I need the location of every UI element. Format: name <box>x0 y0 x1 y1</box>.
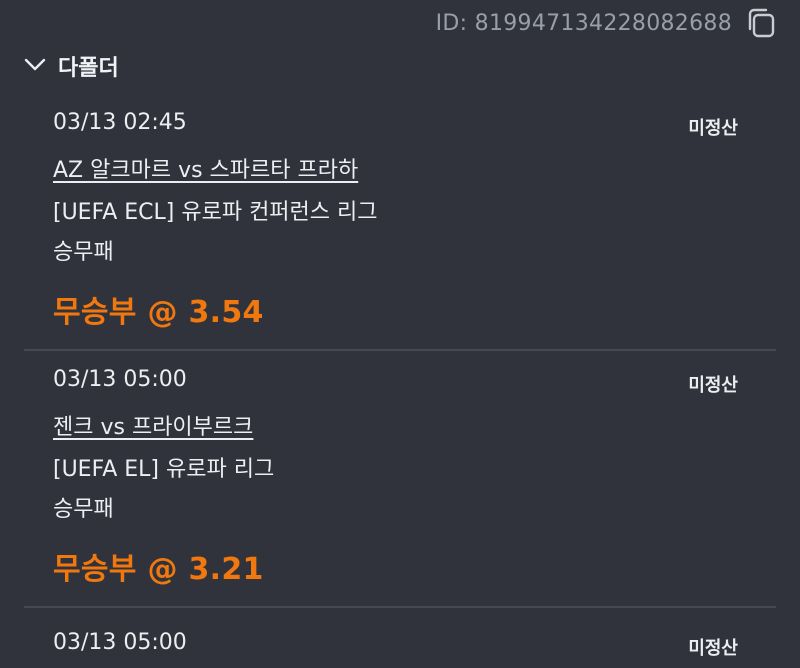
settlement-status: 미정산 <box>688 118 738 139</box>
selected-pick: 무승부 @ 3.54 <box>53 295 264 330</box>
bet-list: 03/13 02:45 미정산 AZ 알크마르 vs 스파르타 프라하 [UEF… <box>24 94 776 668</box>
chevron-down-icon <box>24 57 46 76</box>
section-title: 다폴더 <box>58 56 119 81</box>
bet-id-row: ID: 819947134228082688 <box>436 6 776 40</box>
match-datetime: 03/13 05:00 <box>53 630 187 655</box>
league-name: [UEFA ECL] 유로파 컨퍼런스 리그 <box>53 200 378 225</box>
league-name: [UEFA EL] 유로파 리그 <box>53 457 275 482</box>
copy-icon[interactable] <box>746 7 776 39</box>
section-toggle[interactable]: 다폴더 <box>24 48 119 84</box>
settlement-status: 미정산 <box>688 638 738 659</box>
selected-pick: 무승부 @ 3.21 <box>53 552 264 587</box>
settlement-status: 미정산 <box>688 375 738 396</box>
market-type: 승무패 <box>53 497 114 522</box>
match-link[interactable]: AZ 알크마르 vs 스파르타 프라하 <box>53 152 358 184</box>
bet-card: 03/13 05:00 미정산 <box>24 608 776 668</box>
bet-id-label: ID: 819947134228082688 <box>435 10 732 36</box>
bet-card: 03/13 05:00 미정산 젠크 vs 프라이부르크 [UEFA EL] 유… <box>24 351 776 608</box>
bet-card: 03/13 02:45 미정산 AZ 알크마르 vs 스파르타 프라하 [UEF… <box>24 94 776 351</box>
match-datetime: 03/13 02:45 <box>53 110 187 135</box>
match-link[interactable]: 젠크 vs 프라이부르크 <box>53 409 253 441</box>
market-type: 승무패 <box>53 240 114 265</box>
match-datetime: 03/13 05:00 <box>53 367 187 392</box>
